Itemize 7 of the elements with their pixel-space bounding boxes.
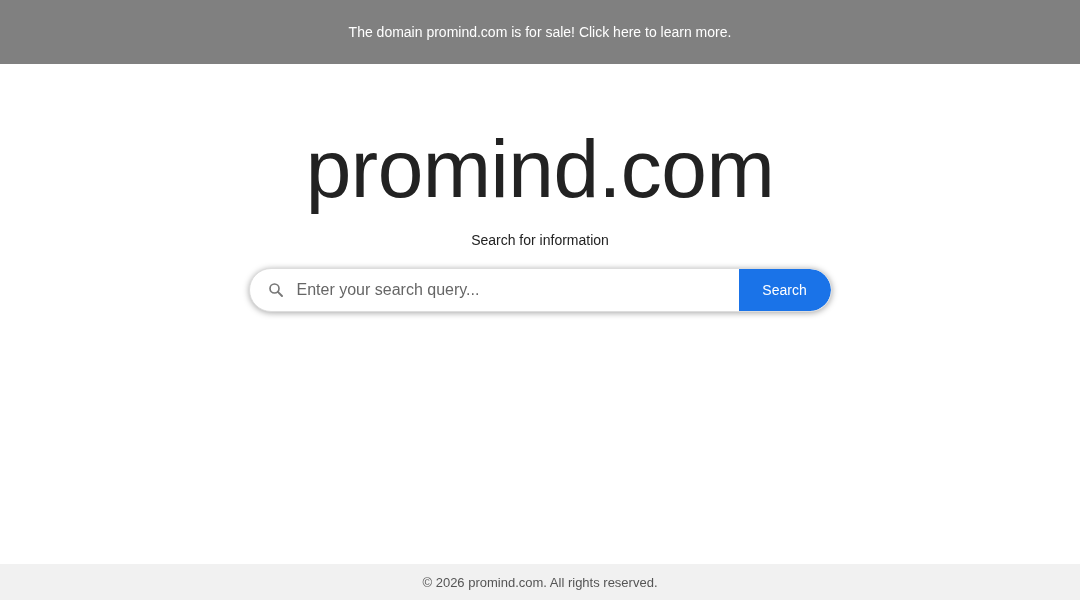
search-field[interactable]: Enter your search query... Search [248, 268, 832, 313]
search-icon [266, 281, 285, 300]
subtitle: Search for information [471, 232, 609, 249]
search-button[interactable]: Search [738, 269, 831, 312]
site-title: promind.com [305, 124, 775, 215]
footer-copyright: © 2026 promind.com. All rights reserved. [0, 564, 1080, 600]
sale-banner-link[interactable]: The domain promind.com is for sale! Click here to learn more. [0, 0, 1080, 64]
